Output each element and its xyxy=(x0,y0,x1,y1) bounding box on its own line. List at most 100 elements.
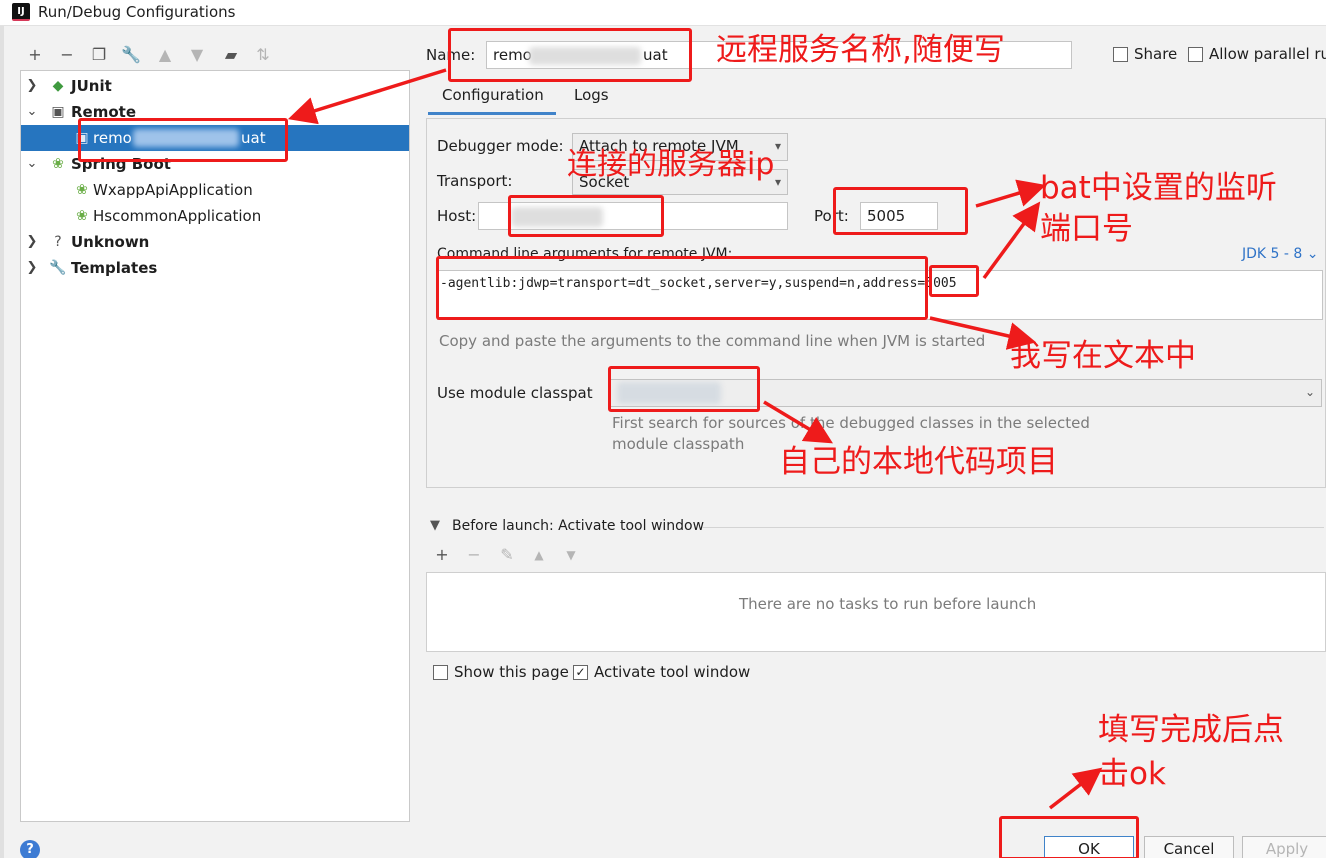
apply-button[interactable]: Apply xyxy=(1242,836,1326,858)
wrench-icon[interactable]: 🔧 xyxy=(120,44,142,66)
tree-node-wxapp[interactable]: ❀ WxappApiApplication xyxy=(21,177,409,203)
remove-task-icon[interactable]: − xyxy=(463,544,485,566)
chevron-right-icon[interactable]: ❯ xyxy=(25,229,39,255)
port-input[interactable]: 5005 xyxy=(860,202,938,230)
tree-node-remote-config[interactable]: ▣ remo uat xyxy=(21,125,409,151)
edit-task-icon[interactable]: ✎ xyxy=(496,544,518,566)
activate-tool-window-checkbox[interactable]: ✓ xyxy=(573,665,588,680)
tree-node-label: Templates xyxy=(71,259,158,277)
copy-icon[interactable]: ❐ xyxy=(88,44,110,66)
show-page-checkbox[interactable] xyxy=(433,665,448,680)
move-up-icon[interactable]: ▲ xyxy=(154,44,176,66)
add-task-icon[interactable]: + xyxy=(431,544,453,566)
module-classpath-select[interactable]: ⌄ xyxy=(608,379,1322,407)
transport-select[interactable]: Socket ▾ xyxy=(572,169,788,195)
tree-node-label: JUnit xyxy=(71,77,112,95)
transport-label: Transport: xyxy=(437,172,513,190)
redacted-text xyxy=(511,207,603,227)
annotation-ok-note-1: 填写完成后点 xyxy=(1098,712,1284,748)
spring-app-icon: ❀ xyxy=(76,182,88,198)
module-classpath-label: Use module classpat xyxy=(437,384,593,402)
tree-node-hscommon[interactable]: ❀ HscommonApplication xyxy=(21,203,409,229)
ok-button[interactable]: OK xyxy=(1044,836,1134,858)
name-input-value: remo xyxy=(493,46,532,64)
cmd-args-hint: Copy and paste the arguments to the comm… xyxy=(439,332,986,350)
folder-icon[interactable]: ▰ xyxy=(220,44,242,66)
move-up-task-icon[interactable]: ▲ xyxy=(528,544,550,566)
window-title: Run/Debug Configurations xyxy=(38,3,236,21)
chevron-down-icon: ⌄ xyxy=(1304,385,1315,399)
share-label: Share xyxy=(1134,45,1178,63)
tree-node-templates[interactable]: ❯ 🔧 Templates xyxy=(21,255,409,281)
name-input-value: uat xyxy=(643,46,668,64)
name-label: Name: xyxy=(426,46,476,64)
tree-node-label: HscommonApplication xyxy=(93,207,262,225)
tab-logs[interactable]: Logs xyxy=(574,86,609,104)
chevron-down-icon: ▾ xyxy=(774,139,781,153)
redacted-text xyxy=(133,129,239,147)
tree-node-label: WxappApiApplication xyxy=(93,181,253,199)
redacted-text xyxy=(617,382,721,404)
configuration-tree[interactable]: ❯ ◆ JUnit ⌄ ▣ Remote ▣ remo uat ⌄ ❀ Spri… xyxy=(20,70,410,822)
tree-node-label: Spring Boot xyxy=(71,155,171,173)
share-checkbox[interactable] xyxy=(1113,47,1128,62)
before-launch-header[interactable]: Before launch: Activate tool window xyxy=(452,518,704,534)
tree-node-remote[interactable]: ⌄ ▣ Remote xyxy=(21,99,409,125)
chevron-down-icon: ▾ xyxy=(774,175,781,189)
chevron-down-icon: ⌄ xyxy=(1306,246,1319,262)
module-classpath-hint-1: First search for sources of the debugged… xyxy=(612,414,1090,432)
activate-tool-window-label: Activate tool window xyxy=(594,663,751,681)
tree-node-unknown[interactable]: ❯ ? Unknown xyxy=(21,229,409,255)
debugger-mode-label: Debugger mode: xyxy=(437,137,564,155)
arrow-to-ok-button xyxy=(1048,767,1103,810)
tree-node-label: remo xyxy=(93,129,132,147)
tab-configuration[interactable]: Configuration xyxy=(442,86,544,104)
question-icon: ? xyxy=(54,234,62,250)
move-down-icon[interactable]: ▼ xyxy=(186,44,208,66)
empty-tasks-text: There are no tasks to run before launch xyxy=(739,595,1037,613)
active-tab-indicator xyxy=(428,112,556,115)
move-down-task-icon[interactable]: ▼ xyxy=(560,544,582,566)
divider xyxy=(702,527,1324,528)
debugger-mode-value: Attach to remote JVM xyxy=(579,137,739,155)
annotation-ok-note-2: 击ok xyxy=(1098,756,1166,792)
cmd-args-label: Command line arguments for remote JVM: xyxy=(437,246,733,262)
remote-config-icon: ▣ xyxy=(75,130,89,146)
intellij-app-icon: IJ xyxy=(12,3,30,21)
host-input[interactable] xyxy=(478,202,788,230)
chevron-down-icon[interactable]: ⌄ xyxy=(25,99,39,125)
cmd-args-textarea[interactable]: -agentlib:jdwp=transport=dt_socket,serve… xyxy=(437,270,1323,320)
help-button[interactable]: ? xyxy=(20,840,40,858)
tree-node-label: Unknown xyxy=(71,233,150,251)
debugger-mode-select[interactable]: Attach to remote JVM ▾ xyxy=(572,133,788,161)
remote-icon: ▣ xyxy=(51,104,65,120)
spring-app-icon: ❀ xyxy=(76,208,88,224)
sort-icon[interactable]: ⇅ xyxy=(252,44,274,66)
jdk-version-selector[interactable]: JDK 5 - 8 ⌄ xyxy=(1242,246,1319,262)
tree-node-label: uat xyxy=(241,129,266,147)
redacted-text xyxy=(529,47,641,65)
module-classpath-hint-2: module classpath xyxy=(612,435,745,453)
name-input[interactable]: remo uat xyxy=(486,41,1072,69)
window-edge xyxy=(0,26,4,858)
allow-parallel-checkbox[interactable] xyxy=(1188,47,1203,62)
show-page-label: Show this page xyxy=(454,663,569,681)
chevron-down-icon[interactable]: ⌄ xyxy=(25,151,39,177)
chevron-right-icon[interactable]: ❯ xyxy=(25,73,39,99)
add-icon[interactable]: + xyxy=(24,44,46,66)
collapse-icon[interactable]: ▼ xyxy=(430,518,440,533)
chevron-right-icon[interactable]: ❯ xyxy=(25,255,39,281)
before-launch-task-list: There are no tasks to run before launch xyxy=(426,572,1326,652)
cancel-button[interactable]: Cancel xyxy=(1144,836,1234,858)
title-bar: IJ Run/Debug Configurations xyxy=(0,0,1326,26)
host-label: Host: xyxy=(437,207,477,225)
wrench-icon: 🔧 xyxy=(49,260,67,276)
tree-node-label: Remote xyxy=(71,103,137,121)
tree-node-spring-boot[interactable]: ⌄ ❀ Spring Boot xyxy=(21,151,409,177)
transport-value: Socket xyxy=(579,173,630,191)
remove-icon[interactable]: − xyxy=(56,44,78,66)
junit-icon: ◆ xyxy=(52,78,64,94)
tree-node-junit[interactable]: ❯ ◆ JUnit xyxy=(21,73,409,99)
port-label: Port: xyxy=(814,207,849,225)
jdk-version-value: JDK 5 - 8 xyxy=(1242,246,1303,262)
